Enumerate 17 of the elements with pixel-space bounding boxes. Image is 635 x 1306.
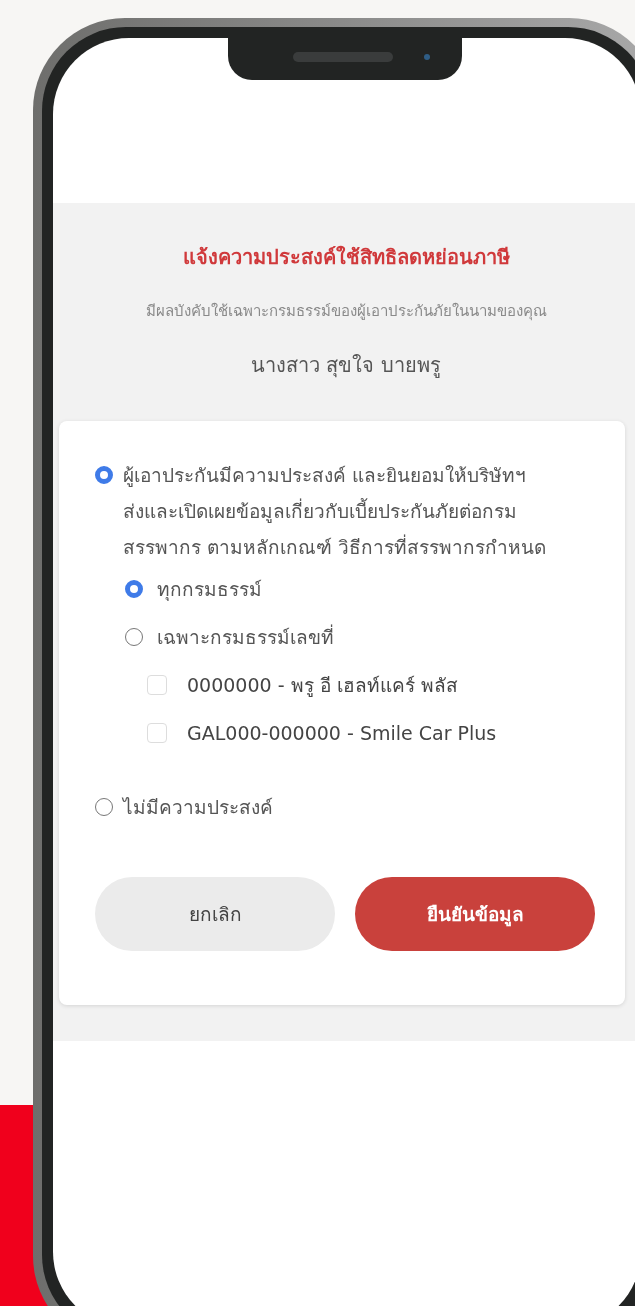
option-label: เฉพาะกรมธรรม์เลขที่ <box>157 623 334 650</box>
camera-icon <box>424 54 430 60</box>
radio-button[interactable] <box>125 580 143 598</box>
speaker-icon <box>293 52 393 62</box>
subtitle-text: มีผลบังคับใช้เฉพาะกรมธรรม์ของผู้เอาประกันภัยในนามของคุณ <box>145 301 547 323</box>
radio-button[interactable] <box>95 466 113 484</box>
checkbox[interactable] <box>147 675 167 695</box>
checkbox[interactable] <box>147 723 167 743</box>
insured-name: นางสาว สุขใจ บายพรู <box>251 352 441 380</box>
option-label: ผู้เอาประกันมีความประสงค์ และยินยอมให้บริษัทฯ ส่งและเปิดเผยข้อมูลเกี่ยวกับเบี้ยประกันภัยต่อกรมสรรพากร ตามหลักเกณฑ์ วิธีการที่สรรพากรกำหนด <box>123 463 548 560</box>
page-title: แจ้งความประสงค์ใช้สิทธิลดหย่อนภาษี <box>182 244 510 271</box>
policy-label: GAL000-000000 - Smile Car Plus <box>187 722 497 744</box>
confirm-button[interactable]: ยืนยันข้อมูล <box>355 877 595 951</box>
option-label: ไม่มีความประสงค์ <box>123 795 273 820</box>
cancel-button[interactable]: ยกเลิก <box>95 877 335 951</box>
option-label: ทุกกรมธรรม์ <box>157 577 262 603</box>
policy-label: 0000000 - พรู อี เฮลท์แคร์ พลัส <box>187 673 458 699</box>
